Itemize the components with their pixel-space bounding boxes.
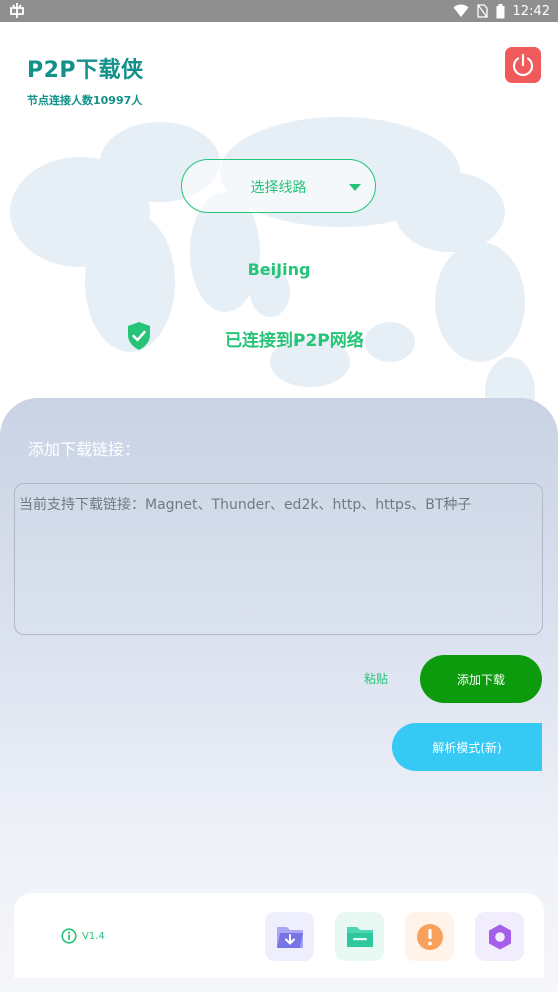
route-select-label: 选择线路 <box>250 180 307 196</box>
status-bar: 12:42 <box>0 0 558 22</box>
connection-status: 已连接到P2P网络 <box>225 331 364 351</box>
version-label: V1.4 <box>82 930 105 942</box>
power-button[interactable] <box>505 47 541 83</box>
header: P2P下载侠 节点连接人数10997人 选择线路 BeiJing 已连接到P2P… <box>0 22 558 412</box>
folder-icon <box>346 926 373 947</box>
alert-icon <box>416 923 443 950</box>
no-sim-icon <box>476 4 488 18</box>
world-map-background <box>10 117 535 412</box>
version-info[interactable]: V1.4 <box>61 928 105 944</box>
downloads-button[interactable] <box>265 912 314 961</box>
route-select[interactable]: 选择线路 <box>181 159 376 213</box>
paste-button[interactable]: 粘贴 <box>364 670 388 687</box>
caret-down-icon <box>349 184 361 191</box>
selected-city: BeiJing <box>247 260 311 279</box>
parse-mode-button[interactable]: 解析模式(新) <box>392 723 542 771</box>
download-folder-icon <box>276 926 303 948</box>
status-time: 12:42 <box>512 3 550 19</box>
app-title: P2P下载侠 <box>27 58 144 83</box>
battery-icon <box>496 3 505 18</box>
bug-icon <box>10 3 24 18</box>
info-icon <box>61 928 77 944</box>
download-link-input[interactable] <box>14 483 543 635</box>
files-button[interactable] <box>335 912 384 961</box>
add-link-label: 添加下载链接： <box>28 440 141 459</box>
add-download-button[interactable]: 添加下载 <box>420 655 542 703</box>
power-icon <box>512 53 534 77</box>
notice-button[interactable] <box>405 912 454 961</box>
settings-button[interactable] <box>475 912 524 961</box>
settings-icon <box>488 924 511 949</box>
shield-check-icon <box>128 322 150 350</box>
bottom-bar: V1.4 <box>14 893 544 978</box>
node-count: 节点连接人数10997人 <box>27 94 143 107</box>
wifi-icon <box>453 4 469 17</box>
